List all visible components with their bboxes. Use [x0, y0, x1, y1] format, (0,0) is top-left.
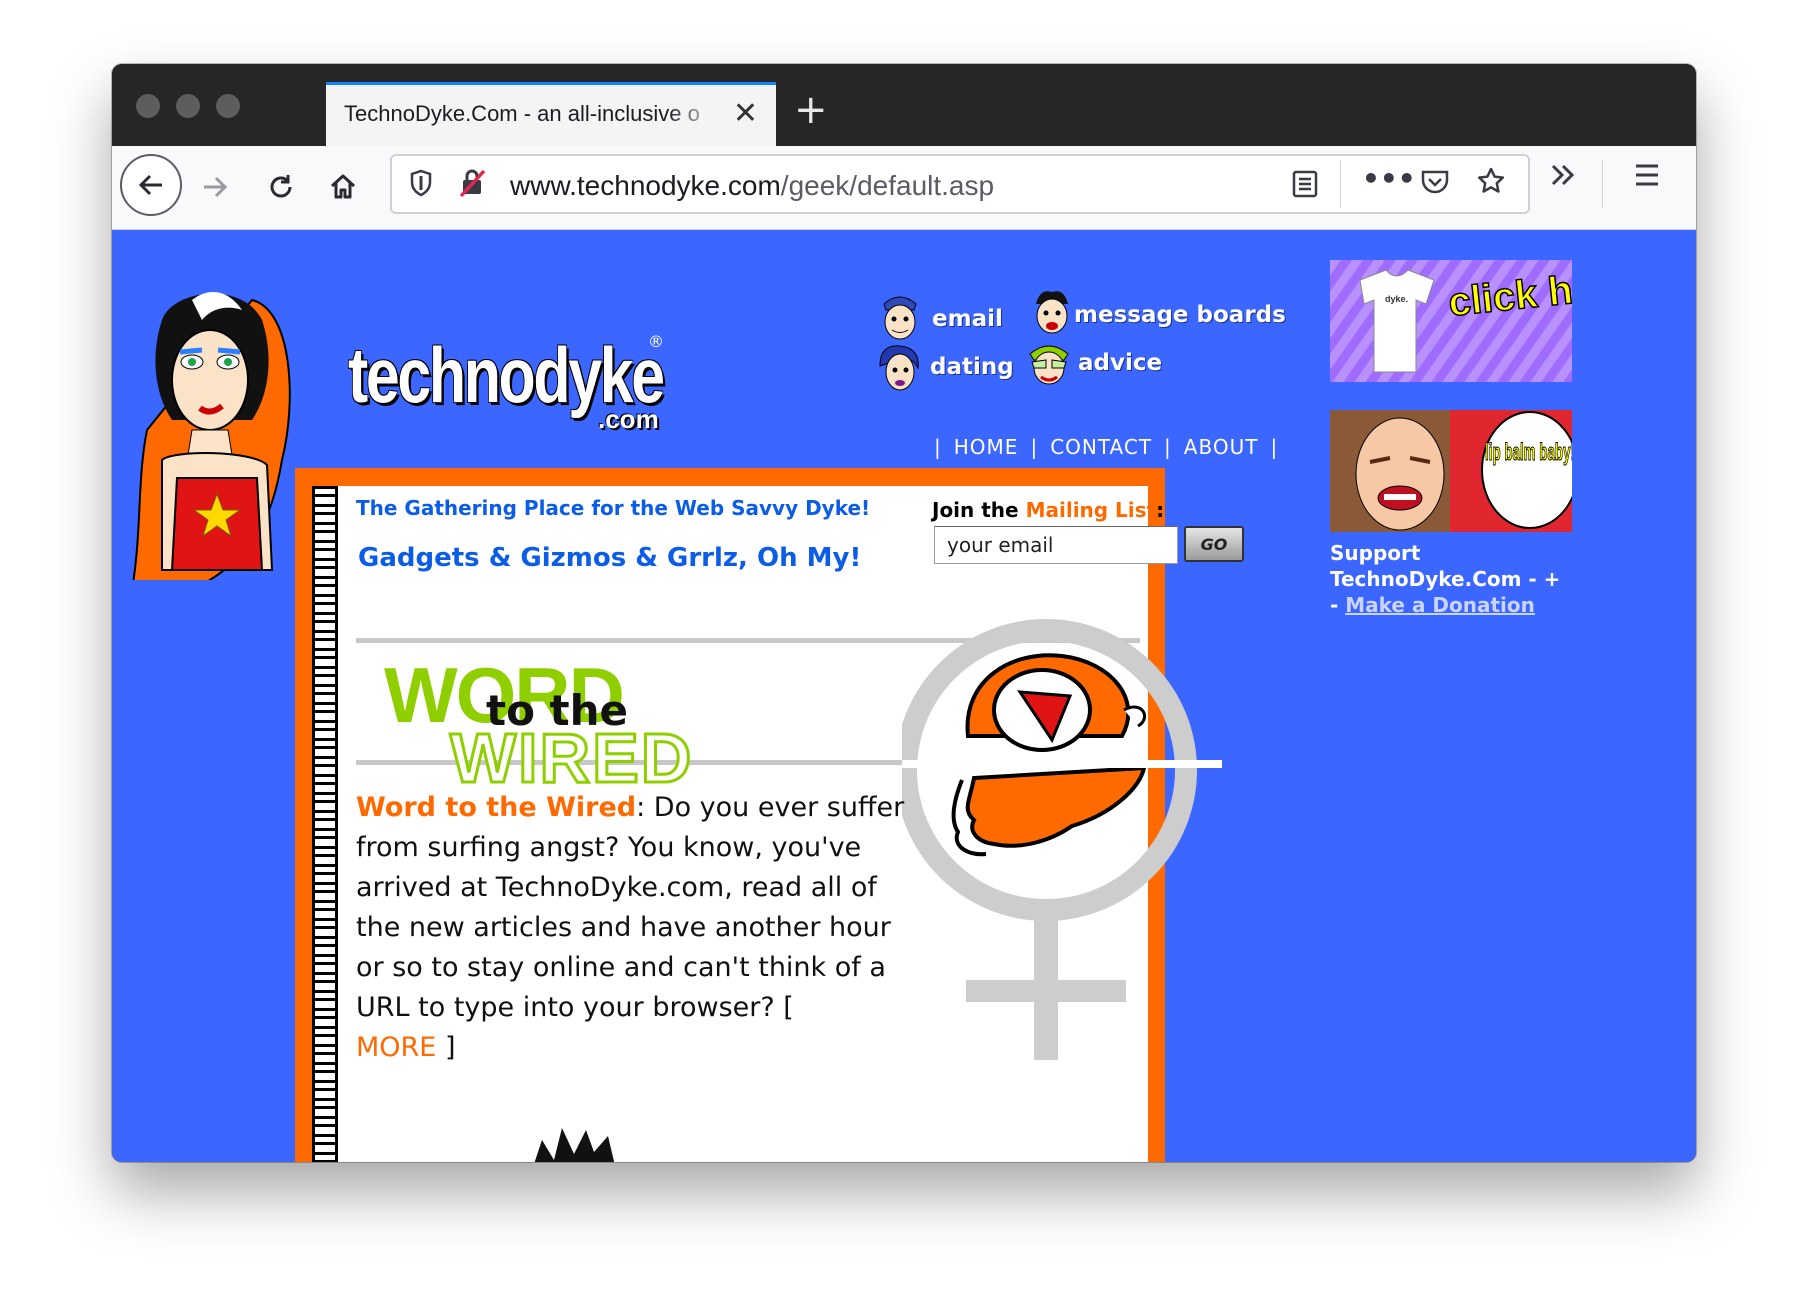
- navigation-toolbar: www.technodyke.com/geek/default.asp •••: [112, 146, 1696, 230]
- article-teaser: Word to the Wired: Do you ever suffer fr…: [356, 788, 916, 1068]
- advice-face-icon[interactable]: [1024, 338, 1074, 388]
- bookmark-star-icon[interactable]: [1476, 166, 1506, 203]
- page-headline: Gadgets & Gizmos & Grrlz, Oh My!: [358, 543, 862, 573]
- support-block: Support TechnoDyke.Com - + - Make a Dona…: [1330, 540, 1590, 618]
- tshirt-promo-banner[interactable]: dyke. click here: [1330, 260, 1572, 382]
- more-close: ]: [436, 1032, 456, 1063]
- reader-view-icon[interactable]: [1292, 170, 1318, 205]
- article-title-link[interactable]: Word to the Wired: [356, 792, 636, 823]
- close-window-dot-icon[interactable]: [136, 94, 160, 118]
- home-icon[interactable]: [312, 156, 374, 218]
- mascot-illustration: [132, 291, 291, 580]
- shirt-text: dyke.: [1385, 294, 1408, 304]
- support-text: Support TechnoDyke.Com - +: [1330, 541, 1561, 591]
- more-link[interactable]: MORE: [356, 1032, 436, 1063]
- mailing-list-link[interactable]: Mailing List: [1026, 498, 1157, 522]
- minimize-window-dot-icon[interactable]: [176, 94, 200, 118]
- reload-icon[interactable]: [250, 156, 312, 218]
- join-text: Join the: [932, 498, 1019, 522]
- url-bar[interactable]: www.technodyke.com/geek/default.asp •••: [390, 154, 1530, 214]
- donation-link[interactable]: Make a Donation: [1345, 593, 1535, 617]
- insecure-lock-icon[interactable]: [458, 168, 486, 205]
- back-icon[interactable]: [120, 154, 182, 216]
- menu-icon[interactable]: [1632, 160, 1662, 197]
- greek-key-border: [312, 486, 338, 1162]
- site-logo-sub: .com: [598, 404, 659, 434]
- email-face-icon[interactable]: [878, 292, 922, 342]
- more-icon[interactable]: •••: [1362, 162, 1416, 195]
- forward-icon[interactable]: [184, 156, 246, 218]
- tab-strip: TechnoDyke.Com - an all-inclusive o ✕ +: [112, 64, 1696, 146]
- lip-balm-text: lip balm baby!: [1485, 439, 1572, 466]
- lip-balm-promo-banner[interactable]: lip balm baby!: [1330, 410, 1572, 532]
- article-body: : Do you ever suffer from surfing angst?…: [356, 792, 905, 1023]
- nav-contact-link[interactable]: CONTACT: [1050, 435, 1152, 459]
- web-page: technodyke .com ® email message boards d…: [112, 230, 1696, 1162]
- tab-active[interactable]: TechnoDyke.Com - an all-inclusive o ✕: [326, 82, 776, 146]
- nav-about-link[interactable]: ABOUT: [1184, 435, 1259, 459]
- url-text[interactable]: www.technodyke.com/geek/default.asp: [510, 170, 994, 202]
- shield-icon[interactable]: [408, 168, 434, 205]
- nav-home-link[interactable]: HOME: [954, 435, 1019, 459]
- join-colon: :: [1156, 498, 1165, 522]
- venus-symbol-illustration: [902, 619, 1222, 1060]
- pocket-icon[interactable]: [1420, 168, 1450, 203]
- nav-separator: |: [1164, 435, 1172, 459]
- wired-logo-to-the: to the: [486, 686, 629, 735]
- close-tab-icon[interactable]: ✕: [733, 97, 758, 131]
- nav-message-boards-link[interactable]: message boards: [1074, 302, 1286, 328]
- message-boards-face-icon[interactable]: [1030, 288, 1074, 338]
- new-tab-icon[interactable]: +: [794, 90, 828, 130]
- browser-window: TechnoDyke.Com - an all-inclusive o ✕ + …: [112, 64, 1696, 1162]
- divider: [1340, 160, 1341, 208]
- maximize-window-dot-icon[interactable]: [216, 94, 240, 118]
- nav-separator: |: [1270, 435, 1279, 459]
- divider: [1602, 160, 1603, 208]
- spiky-hair-illustration: [534, 1128, 615, 1162]
- overflow-icon[interactable]: [1548, 160, 1578, 197]
- nav-separator: |: [1030, 435, 1039, 459]
- url-path: /geek/default.asp: [780, 170, 995, 201]
- tab-title: TechnoDyke.Com - an all-inclusive o: [344, 101, 700, 126]
- url-host: www.technodyke.com: [510, 170, 781, 201]
- mailing-go-button[interactable]: GO: [1184, 526, 1244, 562]
- mailing-email-input[interactable]: [934, 526, 1178, 564]
- top-navigation: | HOME | CONTACT | ABOUT |: [922, 435, 1290, 459]
- nav-email-link[interactable]: email: [932, 306, 1003, 332]
- nav-advice-link[interactable]: advice: [1078, 350, 1162, 376]
- support-dash: -: [1330, 593, 1346, 617]
- mailing-list-label: Join the Mailing List:: [932, 498, 1164, 522]
- dating-face-icon[interactable]: [876, 342, 924, 394]
- nav-separator: |: [934, 435, 942, 459]
- nav-dating-link[interactable]: dating: [930, 354, 1014, 380]
- site-tagline: The Gathering Place for the Web Savvy Dy…: [356, 496, 871, 520]
- registered-mark: ®: [648, 332, 664, 351]
